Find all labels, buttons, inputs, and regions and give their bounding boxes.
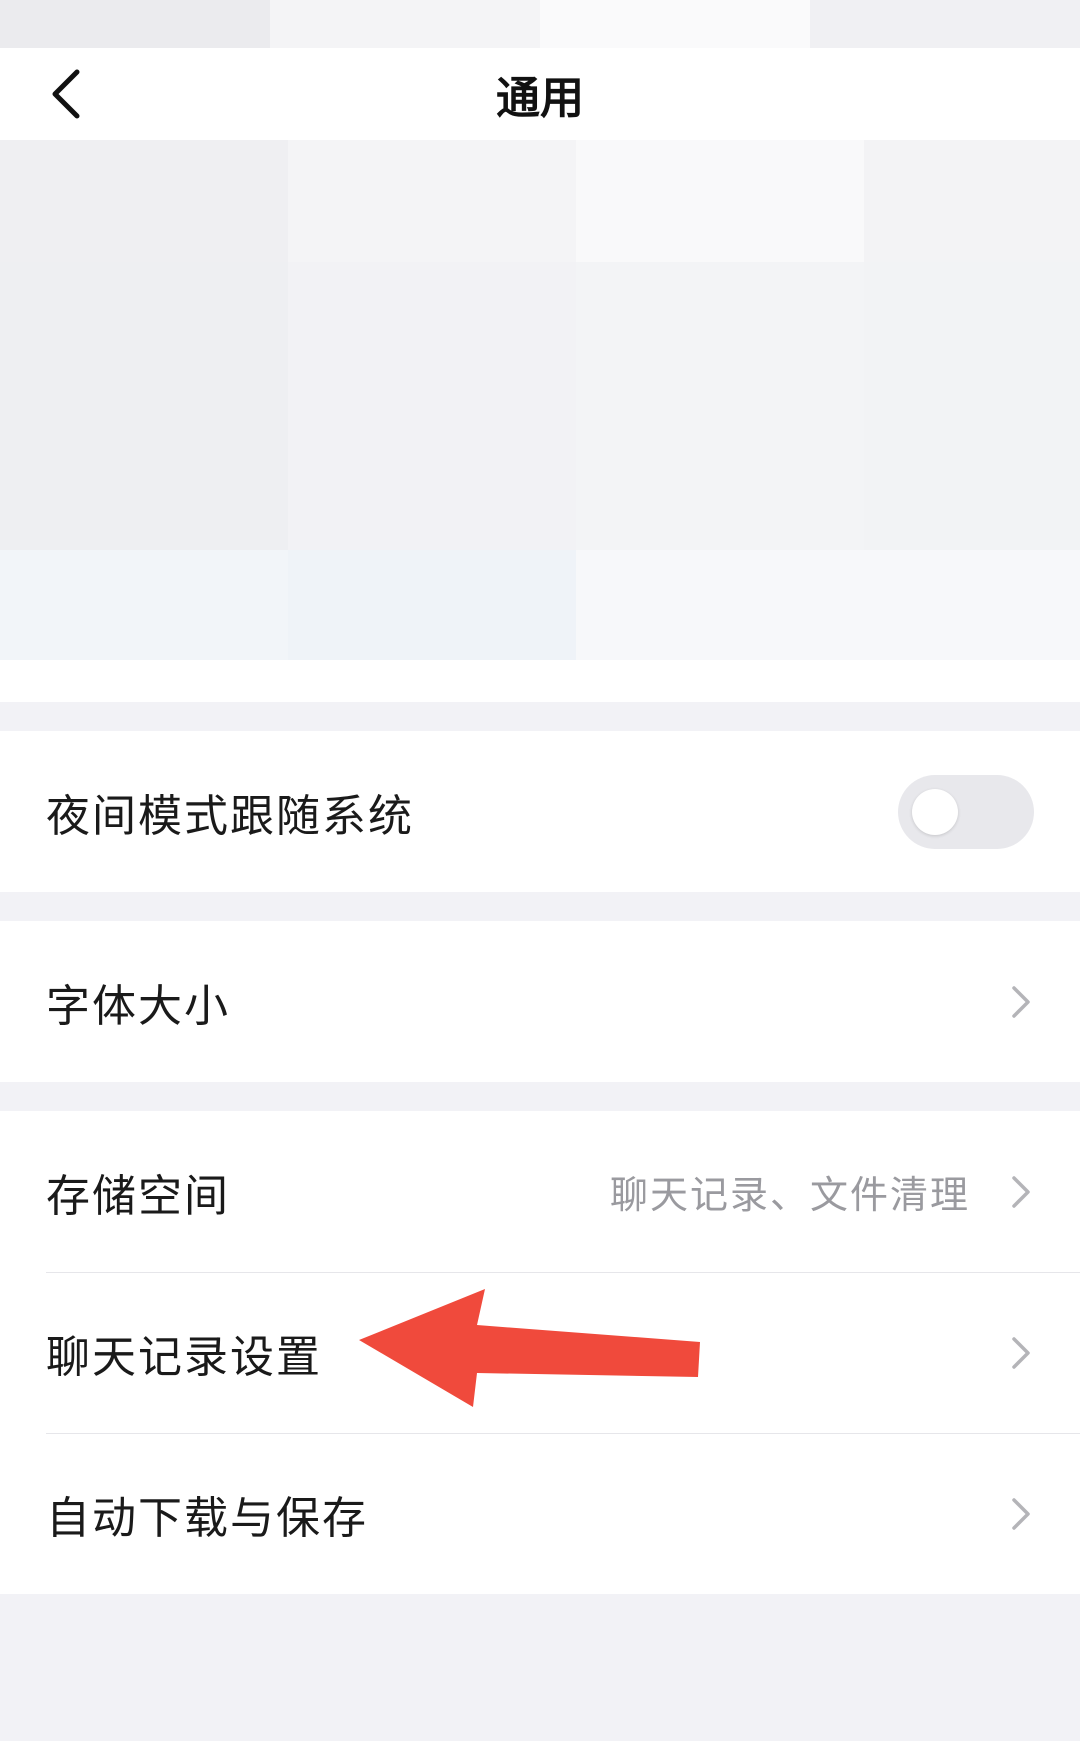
chat-history-settings-label: 聊天记录设置 (46, 1331, 322, 1383)
night-mode-group: 夜间模式跟随系统 (0, 731, 1080, 892)
chevron-right-icon (1012, 1497, 1030, 1530)
night-mode-label: 夜间模式跟随系统 (46, 790, 414, 842)
status-bar-area (0, 0, 1080, 48)
storage-label: 存储空间 (46, 1170, 230, 1222)
auto-download-row[interactable]: 自动下载与保存 (0, 1433, 1080, 1594)
chevron-right-icon (1012, 1336, 1030, 1369)
page-title: 通用 (496, 73, 584, 124)
blurred-content-area (0, 140, 1080, 702)
general-settings-page: 通用 夜间模式跟随系统 字体大小 存储空间 聊天记录、文件清理 聊天记录设置 自… (0, 0, 1080, 1741)
storage-subtitle: 聊天记录、文件清理 (609, 1173, 970, 1217)
auto-download-label: 自动下载与保存 (46, 1492, 368, 1544)
red-arrow-icon (359, 1289, 700, 1407)
chevron-right-icon (1012, 1175, 1030, 1208)
night-mode-row[interactable]: 夜间模式跟随系统 (0, 731, 1080, 892)
font-size-group: 字体大小 (0, 921, 1080, 1082)
night-mode-toggle[interactable] (898, 774, 1034, 849)
font-size-row[interactable]: 字体大小 (0, 921, 1080, 1082)
storage-row[interactable]: 存储空间 聊天记录、文件清理 (0, 1111, 1080, 1272)
toggle-knob (912, 788, 958, 835)
chevron-right-icon (1012, 985, 1030, 1018)
navigation-bar: 通用 (0, 48, 1080, 140)
font-size-label: 字体大小 (46, 980, 230, 1032)
